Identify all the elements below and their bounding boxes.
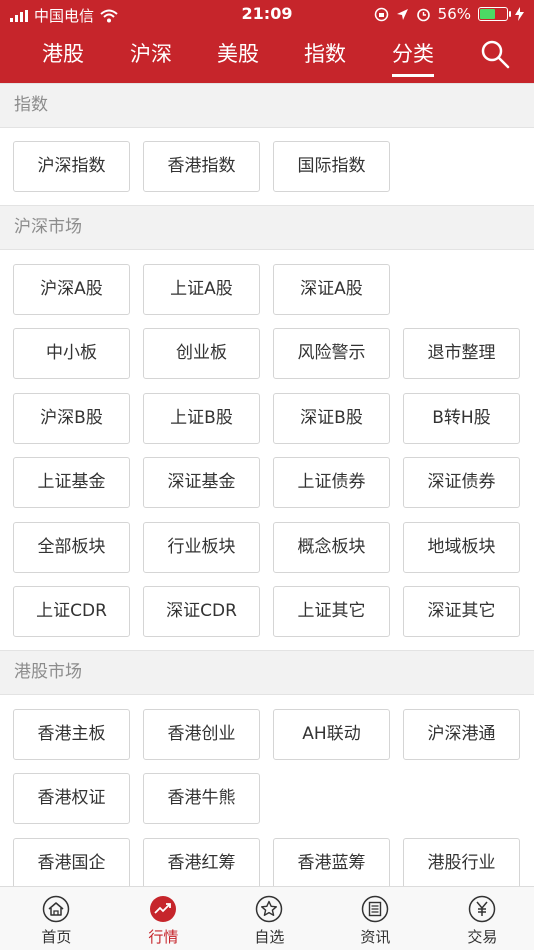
- category-button[interactable]: 上证其它: [273, 586, 390, 637]
- category-button[interactable]: 风险警示: [273, 328, 390, 379]
- yen-trade-icon: [469, 895, 496, 923]
- category-button[interactable]: 概念板块: [273, 522, 390, 573]
- category-button[interactable]: 上证基金: [13, 457, 130, 508]
- nav-news[interactable]: 资讯: [322, 887, 429, 950]
- category-button[interactable]: 深证B股: [273, 393, 390, 444]
- app-header: 中国电信 21:09 56% 港股 沪深 美股 指数 分类: [0, 0, 534, 83]
- charging-icon: [515, 7, 524, 21]
- nav-label: 资讯: [360, 928, 391, 946]
- top-tab-bar: 港股 沪深 美股 指数 分类: [0, 28, 534, 83]
- category-button[interactable]: 地域板块: [403, 522, 520, 573]
- home-icon: [43, 895, 70, 923]
- category-button[interactable]: 港股行业: [403, 838, 520, 886]
- category-button[interactable]: 退市整理: [403, 328, 520, 379]
- status-bar: 中国电信 21:09 56%: [0, 0, 534, 28]
- category-button[interactable]: 香港权证: [13, 773, 130, 824]
- category-button[interactable]: 上证A股: [143, 264, 260, 315]
- tab-sh-sz[interactable]: 沪深: [130, 38, 172, 74]
- tab-us-stocks[interactable]: 美股: [217, 38, 259, 74]
- status-right: 56%: [374, 5, 524, 23]
- nav-watchlist[interactable]: 自选: [216, 887, 323, 950]
- location-icon: [396, 8, 408, 20]
- category-button[interactable]: 香港牛熊: [143, 773, 260, 824]
- category-button[interactable]: 国际指数: [273, 141, 390, 192]
- category-button[interactable]: 行业板块: [143, 522, 260, 573]
- category-button[interactable]: 香港蓝筹: [273, 838, 390, 886]
- alarm-icon: [416, 8, 430, 21]
- category-button[interactable]: 全部板块: [13, 522, 130, 573]
- category-button[interactable]: 香港创业: [143, 709, 260, 760]
- nav-label: 首页: [41, 928, 72, 946]
- category-button[interactable]: 香港主板: [13, 709, 130, 760]
- category-button[interactable]: 深证债券: [403, 457, 520, 508]
- search-icon[interactable]: [480, 39, 510, 69]
- category-button[interactable]: 中小板: [13, 328, 130, 379]
- nav-label: 行情: [148, 928, 179, 946]
- nav-label: 自选: [254, 928, 285, 946]
- category-button[interactable]: 深证其它: [403, 586, 520, 637]
- battery-icon: [478, 7, 511, 21]
- category-button[interactable]: 深证A股: [273, 264, 390, 315]
- tab-hk-stocks[interactable]: 港股: [42, 38, 84, 74]
- category-button[interactable]: 创业板: [143, 328, 260, 379]
- category-button[interactable]: 香港国企: [13, 838, 130, 886]
- section-header-index: 指数: [0, 83, 534, 128]
- news-icon: [362, 895, 389, 923]
- category-button[interactable]: 上证CDR: [13, 586, 130, 637]
- category-button[interactable]: B转H股: [403, 393, 520, 444]
- star-icon: [256, 895, 283, 923]
- section-header-hs-market: 沪深市场: [0, 205, 534, 250]
- category-button[interactable]: 上证债券: [273, 457, 390, 508]
- category-button[interactable]: 深证基金: [143, 457, 260, 508]
- category-list: 指数 沪深指数 香港指数 国际指数 沪深市场 沪深A股 上证A股 深证A股 中小…: [0, 83, 534, 886]
- category-button[interactable]: 沪深A股: [13, 264, 130, 315]
- category-button[interactable]: 深证CDR: [143, 586, 260, 637]
- nav-home[interactable]: 首页: [3, 887, 110, 950]
- nav-label: 交易: [467, 928, 498, 946]
- category-button[interactable]: 沪深B股: [13, 393, 130, 444]
- bottom-tab-bar: 首页 行情 自选 资讯 交易: [0, 886, 534, 950]
- section-header-hk-market: 港股市场: [0, 650, 534, 695]
- category-button[interactable]: 沪深指数: [13, 141, 130, 192]
- tab-category[interactable]: 分类: [392, 38, 434, 77]
- market-trend-icon: [150, 896, 177, 922]
- category-button[interactable]: 香港指数: [143, 141, 260, 192]
- tab-index[interactable]: 指数: [304, 38, 346, 74]
- battery-percent: 56%: [437, 5, 471, 23]
- category-button[interactable]: AH联动: [273, 709, 390, 760]
- category-button[interactable]: 上证B股: [143, 393, 260, 444]
- nav-market[interactable]: 行情: [110, 887, 217, 950]
- nav-trade[interactable]: 交易: [429, 887, 534, 950]
- category-button[interactable]: 香港红筹: [143, 838, 260, 886]
- category-button[interactable]: 沪深港通: [403, 709, 520, 760]
- lock-rotation-icon: [374, 7, 388, 21]
